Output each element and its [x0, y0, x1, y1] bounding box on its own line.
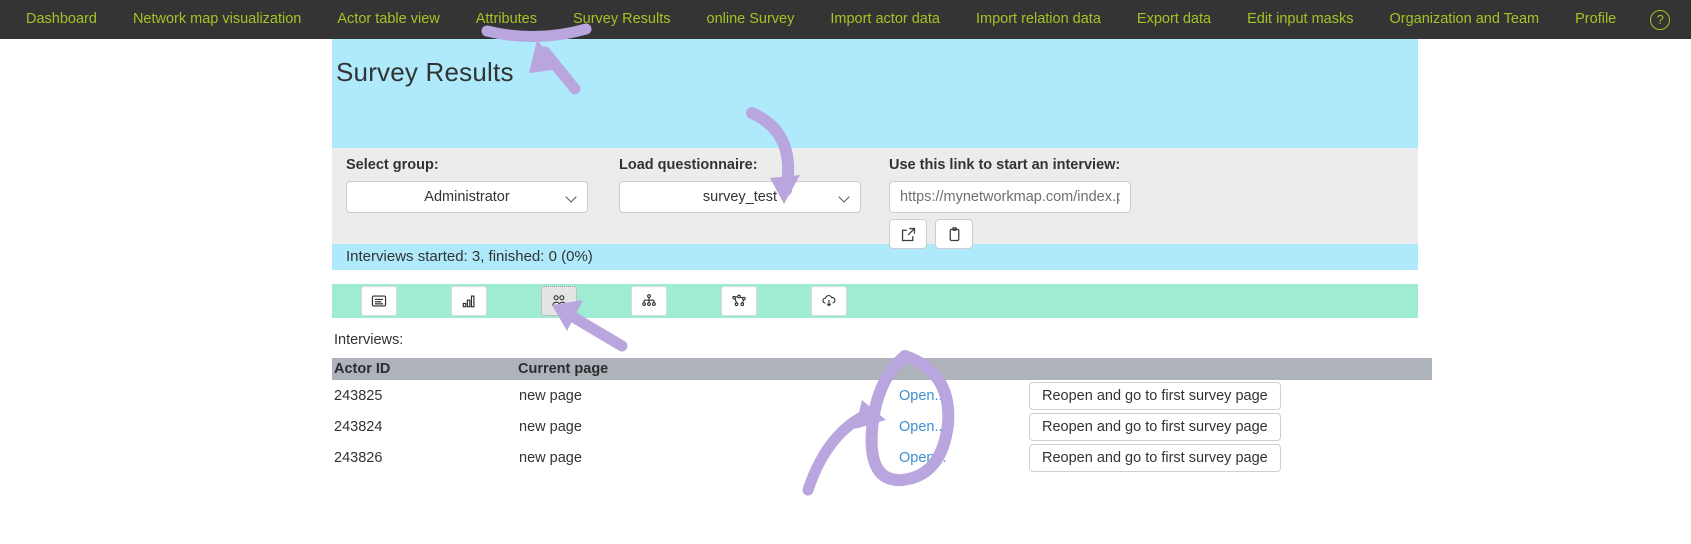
tool-slot [694, 286, 784, 316]
cell-current-page: new page [518, 442, 898, 473]
content-column: Survey Results Select group: Administrat… [332, 39, 1432, 473]
tool-slot [424, 286, 514, 316]
column-header-current-page: Current page [518, 358, 898, 380]
nav-item-organization-and-team[interactable]: Organization and Team [1371, 0, 1557, 39]
column-header-actions [1028, 358, 1432, 380]
interviews-table: Actor ID Current page 243825 new page Op… [332, 358, 1432, 473]
nav-item-edit-input-masks[interactable]: Edit input masks [1229, 0, 1371, 39]
chevron-down-icon [840, 193, 848, 201]
network-graph-icon[interactable] [721, 286, 757, 316]
main-navigation: Dashboard Network map visualization Acto… [0, 0, 1691, 39]
reopen-survey-button[interactable]: Reopen and go to first survey page [1029, 412, 1281, 441]
external-link-icon[interactable] [889, 219, 927, 249]
interviews-table-body: 243825 new page Open... Reopen and go to… [332, 380, 1432, 473]
nav-item-online-survey[interactable]: online Survey [689, 0, 813, 39]
interviews-label: Interviews: [334, 332, 404, 348]
questionnaire-select-value: survey_test [702, 189, 778, 205]
interview-status-strip: Interviews started: 3, finished: 0 (0%) [332, 244, 1418, 270]
cell-actor-id: 243826 [332, 442, 518, 473]
questionnaire-select[interactable]: survey_test [619, 181, 861, 213]
nav-item-network-map-visualization[interactable]: Network map visualization [115, 0, 319, 39]
nav-item-attributes[interactable]: Attributes [458, 0, 555, 39]
table-row: 243825 new page Open... Reopen and go to… [332, 380, 1432, 411]
interview-link-input[interactable] [889, 181, 1131, 213]
org-hierarchy-icon[interactable] [631, 286, 667, 316]
link-actions [889, 219, 1149, 249]
open-link[interactable]: Open... [899, 388, 947, 404]
cell-open: Open... [898, 411, 1028, 442]
nav-item-export-data[interactable]: Export data [1119, 0, 1229, 39]
nav-item-dashboard[interactable]: Dashboard [8, 0, 115, 39]
view-toolbar [332, 284, 1418, 318]
select-group-label: Select group: [346, 157, 439, 173]
open-link[interactable]: Open... [899, 450, 947, 466]
tool-slot [784, 286, 874, 316]
bar-chart-icon[interactable] [451, 286, 487, 316]
people-group-icon[interactable] [541, 286, 577, 316]
group-select-value: Administrator [424, 189, 510, 205]
nav-item-actor-table-view[interactable]: Actor table view [319, 0, 457, 39]
clipboard-icon[interactable] [935, 219, 973, 249]
reopen-survey-button[interactable]: Reopen and go to first survey page [1029, 443, 1281, 472]
toolbar-spacer [332, 270, 1418, 284]
cloud-download-icon[interactable] [811, 286, 847, 316]
cell-reopen: Reopen and go to first survey page [1028, 411, 1432, 442]
nav-item-profile[interactable]: Profile [1557, 0, 1634, 39]
cell-reopen: Reopen and go to first survey page [1028, 380, 1432, 411]
table-row: 243826 new page Open... Reopen and go to… [332, 442, 1432, 473]
open-link[interactable]: Open... [899, 419, 947, 435]
page-root: Dashboard Network map visualization Acto… [0, 0, 1691, 544]
cell-open: Open... [898, 442, 1028, 473]
document-text-icon[interactable] [361, 286, 397, 316]
nav-item-import-actor-data[interactable]: Import actor data [812, 0, 958, 39]
interview-link-label: Use this link to start an interview: [889, 157, 1121, 173]
page-title: Survey Results [336, 57, 514, 87]
cell-actor-id: 243824 [332, 411, 518, 442]
survey-controls-panel: Select group: Administrator Load questio… [332, 148, 1418, 249]
tool-slot [514, 286, 604, 316]
column-header-actor-id: Actor ID [332, 358, 518, 380]
tool-slot [334, 286, 424, 316]
interviews-table-head: Actor ID Current page [332, 358, 1432, 380]
help-circle-icon[interactable]: ? [1650, 9, 1671, 30]
reopen-survey-button[interactable]: Reopen and go to first survey page [1029, 381, 1281, 410]
cell-actor-id: 243825 [332, 380, 518, 411]
chevron-down-icon [567, 193, 575, 201]
load-questionnaire-field: Load questionnaire: survey_test [619, 157, 861, 213]
column-header-open [898, 358, 1028, 380]
group-select[interactable]: Administrator [346, 181, 588, 213]
page-hero: Survey Results [332, 39, 1418, 148]
tool-slot [604, 286, 694, 316]
table-row: 243824 new page Open... Reopen and go to… [332, 411, 1432, 442]
cell-current-page: new page [518, 411, 898, 442]
nav-item-import-relation-data[interactable]: Import relation data [958, 0, 1119, 39]
table-header-row: Actor ID Current page [332, 358, 1432, 380]
interview-link-field: Use this link to start an interview: [889, 157, 1149, 249]
cell-open: Open... [898, 380, 1028, 411]
cell-current-page: new page [518, 380, 898, 411]
nav-item-survey-results[interactable]: Survey Results [555, 0, 689, 39]
select-group-field: Select group: Administrator [346, 157, 588, 213]
load-questionnaire-label: Load questionnaire: [619, 157, 758, 173]
cell-reopen: Reopen and go to first survey page [1028, 442, 1432, 473]
